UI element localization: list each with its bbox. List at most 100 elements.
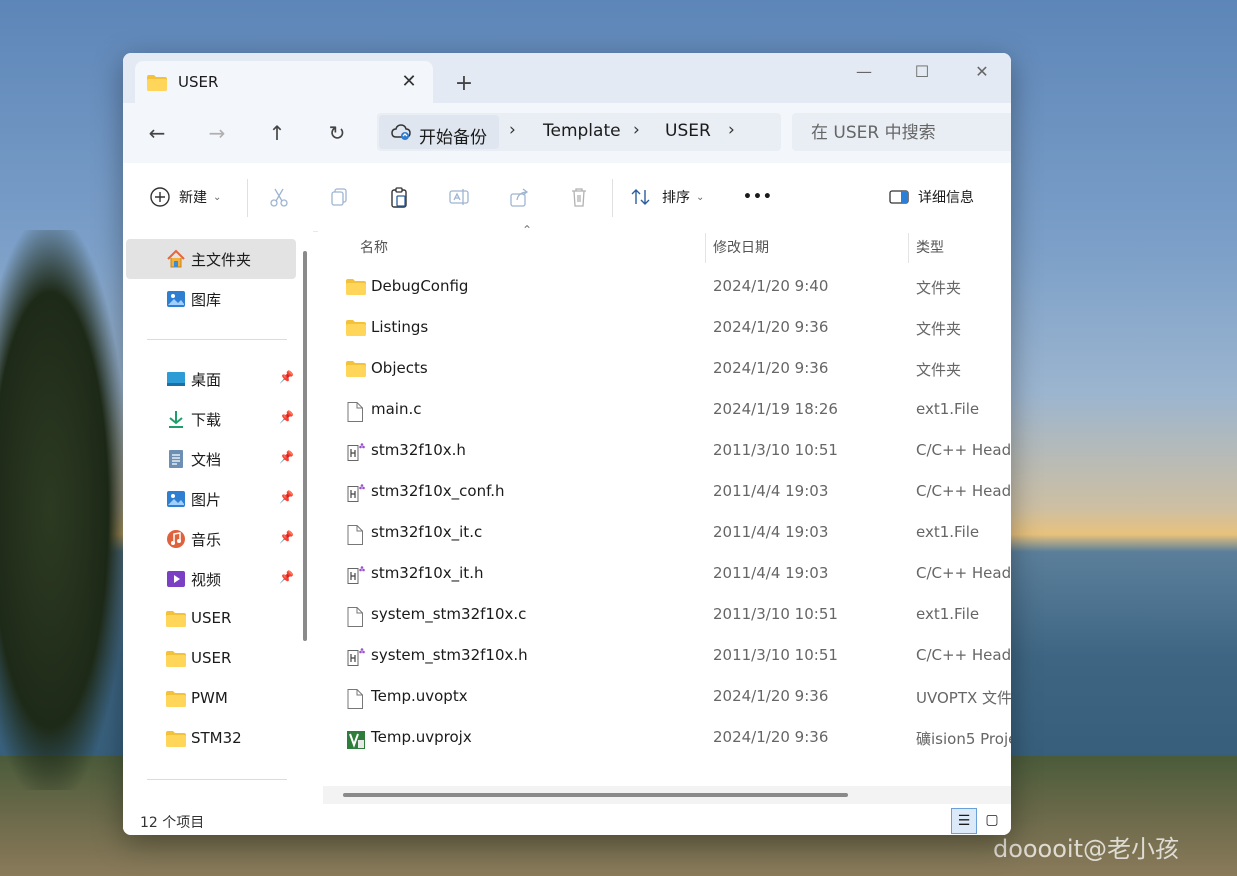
- sort-button[interactable]: 排序 ⌄: [630, 181, 704, 213]
- file-name: Objects: [371, 359, 428, 377]
- sidebar-item-documents[interactable]: 文档 📌: [126, 439, 296, 479]
- sidebar-item-label: STM32: [191, 729, 242, 747]
- share-button[interactable]: [508, 181, 530, 213]
- gallery-icon: [166, 289, 186, 309]
- sidebar-item-user[interactable]: USER: [126, 599, 296, 639]
- search-input[interactable]: [792, 113, 1011, 153]
- maximize-button[interactable]: ☐: [897, 57, 947, 87]
- cut-button[interactable]: [268, 181, 290, 213]
- breadcrumb-separator[interactable]: ›: [633, 120, 640, 140]
- folder-icon: [346, 361, 366, 379]
- tiles-view-button[interactable]: ▢: [980, 808, 1004, 832]
- column-header-type[interactable]: 类型: [916, 231, 944, 265]
- delete-button[interactable]: [568, 181, 590, 213]
- address-bar[interactable]: 开始备份 › Template › USER ›: [377, 113, 781, 151]
- breadcrumb-backup[interactable]: 开始备份: [379, 115, 499, 149]
- tab-close-button[interactable]: ✕: [397, 70, 421, 94]
- sidebar-item-pwm[interactable]: PWM: [126, 679, 296, 719]
- file-row[interactable]: DebugConfig 2024/1/20 9:40 文件夹: [318, 267, 1011, 308]
- new-tab-button[interactable]: +: [450, 70, 478, 98]
- details-pane-icon: [888, 186, 910, 208]
- file-modified-date: 2011/4/4 19:03: [713, 523, 829, 541]
- folder-icon: [166, 689, 186, 709]
- scrollbar-thumb[interactable]: [343, 793, 848, 797]
- trash-icon: [568, 186, 590, 208]
- copy-button[interactable]: [328, 181, 350, 213]
- file-row[interactable]: system_stm32f10x.h 2011/3/10 10:51 C/C++ H…: [318, 636, 1011, 677]
- folder-icon: [346, 320, 366, 338]
- tab-user[interactable]: USER ✕: [135, 61, 433, 103]
- folder-icon: [166, 609, 186, 629]
- file-name: main.c: [371, 400, 422, 418]
- file-type: C/C++ Header: [916, 646, 1011, 664]
- file-row[interactable]: Temp.uvprojx 2024/1/20 9:36 礦ision5 Projec…: [318, 718, 1011, 759]
- minimize-button[interactable]: —: [839, 57, 889, 87]
- sidebar-item-videos[interactable]: 视频 📌: [126, 559, 296, 599]
- column-header-date[interactable]: 修改日期: [713, 231, 769, 265]
- sidebar-item-label: 主文件夹: [191, 251, 252, 269]
- sidebar-item-stm32[interactable]: STM32: [126, 719, 296, 759]
- file-row[interactable]: stm32f10x_it.h 2011/4/4 19:03 C/C++ Header: [318, 554, 1011, 595]
- file-row[interactable]: stm32f10x_conf.h 2011/4/4 19:03 C/C++ Head…: [318, 472, 1011, 513]
- refresh-button[interactable]: ↻: [317, 117, 357, 149]
- file-row[interactable]: main.c 2024/1/19 18:26 ext1.File: [318, 390, 1011, 431]
- sort-ascending-icon: ⌃: [522, 223, 533, 237]
- paste-button[interactable]: [388, 181, 410, 213]
- horizontal-scrollbar[interactable]: [323, 786, 1011, 804]
- details-button[interactable]: 详细信息: [888, 181, 974, 213]
- rename-icon: [448, 186, 470, 208]
- home-icon: [166, 249, 186, 269]
- file-row[interactable]: Temp.uvoptx 2024/1/20 9:36 UVOPTX 文件: [318, 677, 1011, 718]
- new-button[interactable]: 新建 ⌄: [149, 181, 221, 213]
- file-row[interactable]: system_stm32f10x.c 2011/3/10 10:51 ext1.Fi…: [318, 595, 1011, 636]
- file-row[interactable]: Listings 2024/1/20 9:36 文件夹: [318, 308, 1011, 349]
- sidebar-divider: [147, 779, 287, 780]
- file-icon: [346, 607, 366, 627]
- forward-button[interactable]: →: [197, 117, 237, 149]
- file-name: stm32f10x_it.c: [371, 523, 483, 541]
- clipboard-icon: [388, 186, 410, 208]
- title-bar: USER ✕ + — ☐ ✕: [123, 53, 1011, 103]
- details-view-button[interactable]: ☰: [951, 808, 977, 834]
- sidebar-item-user[interactable]: USER: [126, 639, 296, 679]
- file-modified-date: 2024/1/20 9:36: [713, 359, 829, 377]
- sidebar-item-music[interactable]: 音乐 📌: [126, 519, 296, 559]
- more-options-button[interactable]: •••: [743, 181, 773, 213]
- back-button[interactable]: ←: [137, 117, 177, 149]
- breadcrumb-separator[interactable]: ›: [509, 120, 516, 140]
- file-row[interactable]: stm32f10x.h 2011/3/10 10:51 C/C++ Header: [318, 431, 1011, 472]
- folder-icon: [147, 75, 167, 95]
- sidebar-item-gallery[interactable]: 图库: [126, 279, 296, 319]
- breadcrumb-template[interactable]: Template: [543, 121, 621, 141]
- sidebar-item-home[interactable]: 主文件夹: [126, 239, 296, 279]
- pin-icon: 📌: [279, 370, 294, 384]
- sidebar-item-downloads[interactable]: 下载 📌: [126, 399, 296, 439]
- search-box[interactable]: [792, 113, 1011, 153]
- rename-button[interactable]: [448, 181, 470, 213]
- close-button[interactable]: ✕: [957, 57, 1007, 87]
- header-file-icon: [346, 484, 366, 502]
- sidebar-item-desktop[interactable]: 桌面 📌: [126, 359, 296, 399]
- watermark: dooooit@老小孩: [992, 835, 1179, 863]
- sidebar-item-label: 下载: [191, 411, 222, 429]
- keil-project-icon: [346, 730, 366, 749]
- sidebar-scrollbar[interactable]: [303, 251, 307, 641]
- details-button-label: 详细信息: [918, 190, 974, 206]
- sidebar-item-label: PWM: [191, 689, 228, 707]
- sort-button-label: 排序: [662, 190, 690, 206]
- file-type: C/C++ Header: [916, 564, 1011, 582]
- file-row[interactable]: stm32f10x_it.c 2011/4/4 19:03 ext1.File: [318, 513, 1011, 554]
- sidebar-item-pictures[interactable]: 图片 📌: [126, 479, 296, 519]
- breadcrumb-separator[interactable]: ›: [728, 120, 735, 140]
- breadcrumb-user[interactable]: USER: [665, 121, 711, 141]
- file-list: ⌃ 名称 修改日期 类型 DebugConfig 2024/1/20 9:40 文件…: [318, 223, 1011, 804]
- file-explorer-window: USER ✕ + — ☐ ✕ ← → ↑ ↻ 开始备份 › Template ›…: [123, 53, 1011, 835]
- download-icon: [166, 409, 186, 429]
- up-button[interactable]: ↑: [257, 117, 297, 149]
- pin-icon: 📌: [279, 410, 294, 424]
- column-header-name[interactable]: 名称: [360, 231, 388, 265]
- file-row[interactable]: Objects 2024/1/20 9:36 文件夹: [318, 349, 1011, 390]
- column-separator[interactable]: [908, 233, 909, 263]
- sidebar-item-label: 音乐: [191, 531, 222, 549]
- column-separator[interactable]: [705, 233, 706, 263]
